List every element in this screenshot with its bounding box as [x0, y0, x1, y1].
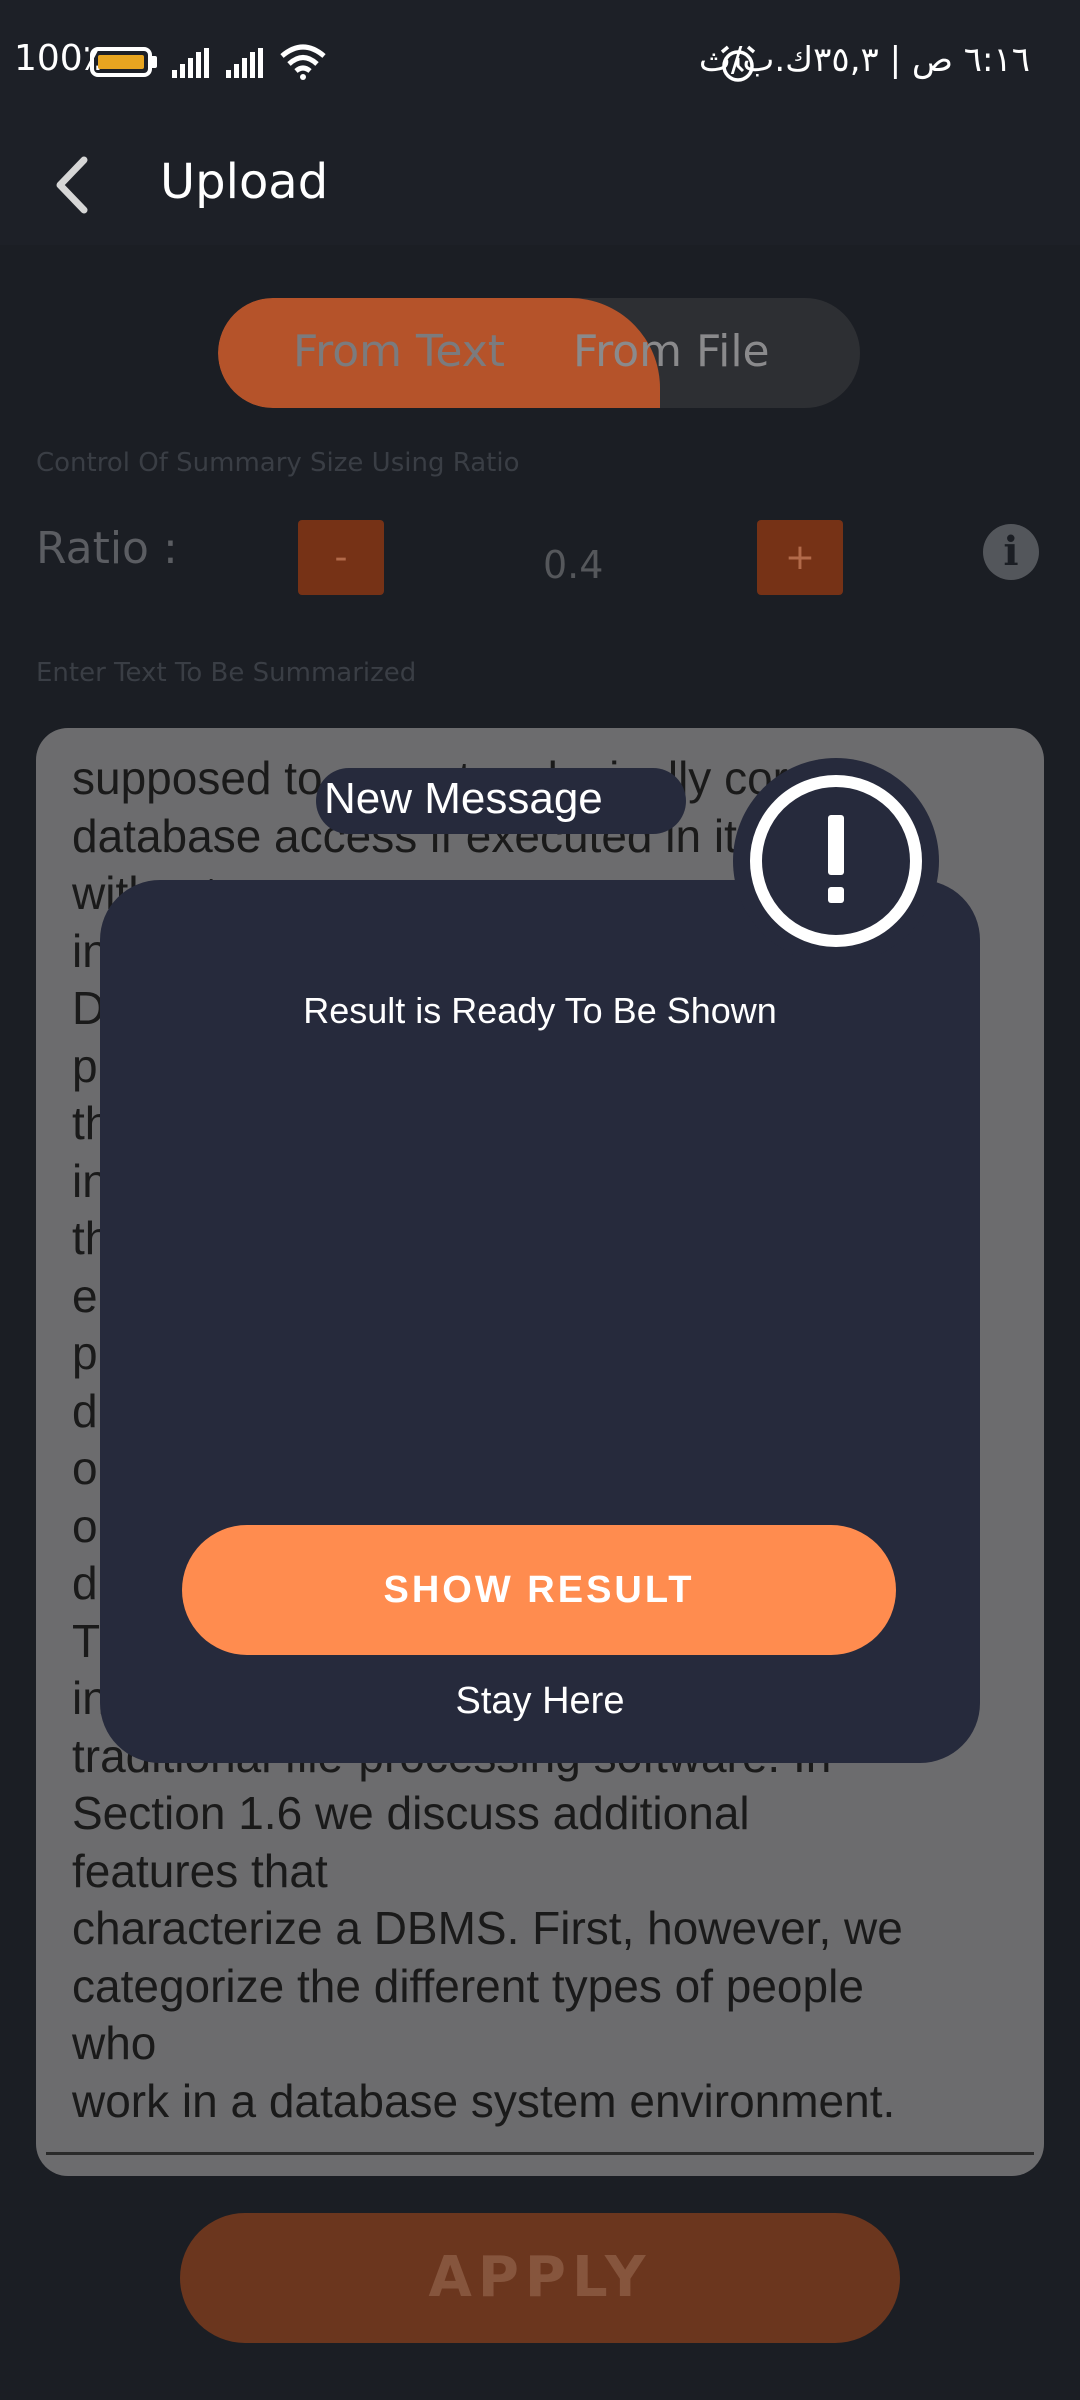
alert-exclamation-icon	[750, 775, 922, 947]
battery-icon	[90, 47, 152, 77]
app-bar: Upload	[0, 125, 1080, 245]
wifi-icon	[280, 44, 326, 80]
battery-percent: 100٪	[14, 38, 103, 79]
stay-here-button[interactable]: Stay Here	[100, 1680, 980, 1723]
text-line: Section 1.6 we discuss additional	[72, 1787, 750, 1839]
status-time-and-speed: ٦:١٦ ص | ٣٥,٣ك.ب/ث	[698, 40, 1030, 80]
show-result-button[interactable]: SHOW RESULT	[182, 1525, 896, 1655]
input-underline	[46, 2152, 1034, 2155]
input-hint: Enter Text To Be Summarized	[36, 658, 417, 688]
source-tab-switch: From Text From File	[218, 298, 860, 408]
back-arrow-icon[interactable]	[40, 150, 110, 220]
page-title: Upload	[160, 154, 329, 210]
status-bar: 100٪ ٦:١٦ ص | ٣٥,٣ك.ب/ث	[0, 0, 1080, 125]
dialog-title: New Message	[324, 774, 603, 823]
cellular-signal-2-icon	[226, 48, 263, 78]
text-line: who	[72, 2017, 157, 2069]
ratio-decrease-button[interactable]: -	[298, 520, 384, 595]
text-line: work in a database system environment.	[72, 2074, 896, 2127]
info-icon[interactable]: i	[983, 524, 1039, 580]
ratio-increase-button[interactable]: +	[757, 520, 843, 595]
tab-from-file[interactable]: From File	[573, 326, 770, 377]
battery-tip	[152, 56, 157, 68]
text-line: features that	[72, 1844, 328, 1897]
cellular-signal-icon	[172, 48, 209, 78]
text-line: characterize a DBMS. First, however, we	[72, 1902, 903, 1954]
dialog-message: Result is Ready To Be Shown	[303, 990, 777, 1031]
battery-level-fill	[98, 55, 144, 69]
text-line: categorize the different types of people	[72, 1959, 864, 2012]
apply-button[interactable]: APPLY	[180, 2213, 900, 2343]
tab-from-text[interactable]: From Text	[293, 326, 505, 377]
ratio-hint: Control Of Summary Size Using Ratio	[36, 448, 520, 478]
ratio-value: 0.4	[543, 543, 604, 587]
ratio-label: Ratio :	[36, 523, 178, 574]
